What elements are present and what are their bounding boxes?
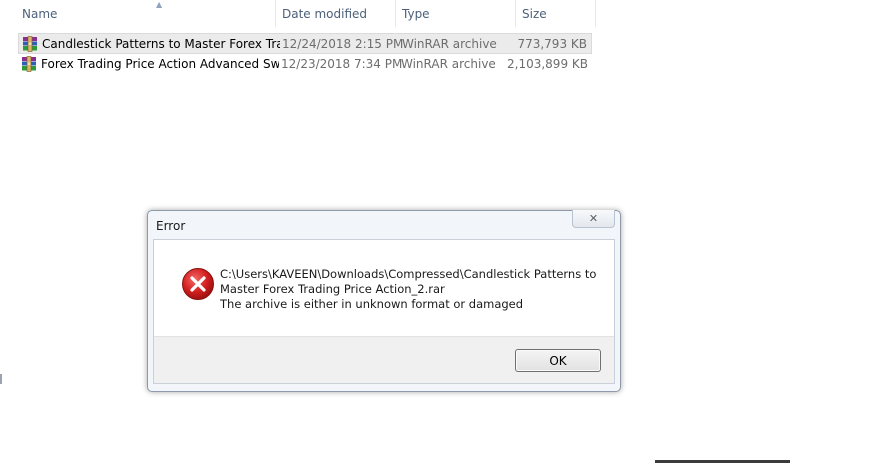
column-header-type-label: Type: [402, 6, 430, 21]
column-header-type[interactable]: Type: [396, 0, 516, 27]
dialog-button-strip: OK: [154, 336, 614, 383]
left-edge-splitter[interactable]: [0, 374, 2, 384]
error-message-line: Master Forex Trading Price Action_2.rar: [220, 282, 445, 296]
column-header-size[interactable]: Size: [516, 0, 596, 27]
ok-button[interactable]: OK: [515, 349, 601, 372]
winrar-archive-icon: [22, 55, 36, 72]
column-header-date-label: Date modified: [282, 6, 368, 21]
file-type: WinRAR archive: [402, 36, 497, 51]
column-header-name[interactable]: Name ▲: [16, 0, 276, 27]
file-date: 12/23/2018 7:34 PM: [281, 56, 403, 71]
file-explorer: Name ▲ Date modified Type Size Candlesti…: [0, 0, 890, 463]
file-type: WinRAR archive: [401, 56, 496, 71]
error-message: C:\Users\KAVEEN\Downloads\Compressed\Can…: [220, 267, 600, 312]
error-message-line: The archive is either in unknown format …: [220, 297, 524, 311]
ok-button-label: OK: [549, 353, 567, 368]
file-date: 12/24/2018 2:15 PM: [282, 36, 404, 51]
close-button[interactable]: ✕: [572, 210, 615, 228]
file-row[interactable]: Candlestick Patterns to Master Forex Tra…: [18, 33, 592, 54]
sort-ascending-icon: ▲: [156, 0, 163, 9]
column-header-date[interactable]: Date modified: [276, 0, 396, 27]
winrar-archive-icon: [23, 35, 37, 52]
file-name: Forex Trading Price Action Advanced Swi.…: [41, 56, 279, 71]
error-message-line: C:\Users\KAVEEN\Downloads\Compressed\Can…: [220, 267, 597, 281]
error-icon: [182, 268, 214, 300]
file-row[interactable]: Forex Trading Price Action Advanced Swi.…: [18, 53, 592, 74]
dialog-body: C:\Users\KAVEEN\Downloads\Compressed\Can…: [153, 239, 615, 384]
error-dialog: Error ✕ C:\Users\KAVEEN\Downloads\Compre…: [147, 210, 621, 392]
file-size: 2,103,899 KB: [507, 56, 588, 71]
column-header-size-label: Size: [522, 6, 547, 21]
close-icon: ✕: [588, 212, 599, 225]
file-name: Candlestick Patterns to Master Forex Tra…: [42, 36, 280, 51]
file-size: 773,793 KB: [517, 36, 587, 51]
column-header-name-label: Name: [22, 6, 58, 21]
dialog-title: Error: [156, 219, 186, 233]
